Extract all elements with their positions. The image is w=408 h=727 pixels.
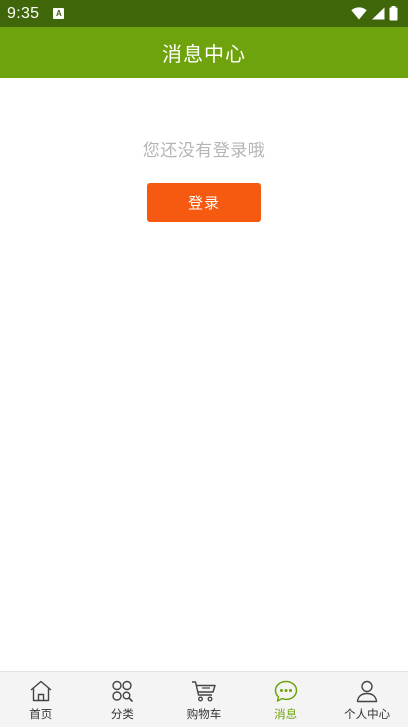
tab-home[interactable]: 首页 [0,672,82,727]
home-icon [30,680,52,702]
tab-category-label: 分类 [110,707,134,721]
screen: 9:35 A 消息中心 您还没有登录哦 登录 首页 分类 购物车 消息 个人中心 [0,0,408,727]
tab-messages-label: 消息 [274,707,298,721]
wifi-icon [351,7,367,20]
cart-icon [191,681,216,702]
status-time: 9:35 [7,4,40,22]
status-icons [351,6,398,21]
status-bar: 9:35 A [0,0,408,27]
tab-profile[interactable]: 个人中心 [326,672,408,727]
tab-home-label: 首页 [29,707,53,721]
battery-icon [389,6,398,21]
bottom-tab-bar: 首页 分类 购物车 消息 个人中心 [0,671,408,727]
page-title: 消息中心 [162,42,246,66]
message-icon [274,680,297,702]
cellular-signal-icon [372,7,385,20]
category-icon [112,680,134,702]
not-logged-in-message: 您还没有登录哦 [142,141,266,161]
login-button[interactable]: 登录 [147,183,261,222]
tab-category[interactable]: 分类 [82,672,164,727]
tab-cart[interactable]: 购物车 [163,672,245,727]
tab-profile-label: 个人中心 [344,707,391,721]
tab-messages[interactable]: 消息 [245,672,327,727]
status-notification-badge: A [53,8,65,19]
header: 消息中心 [0,27,408,78]
tab-cart-label: 购物车 [186,707,222,721]
user-icon [356,680,378,703]
